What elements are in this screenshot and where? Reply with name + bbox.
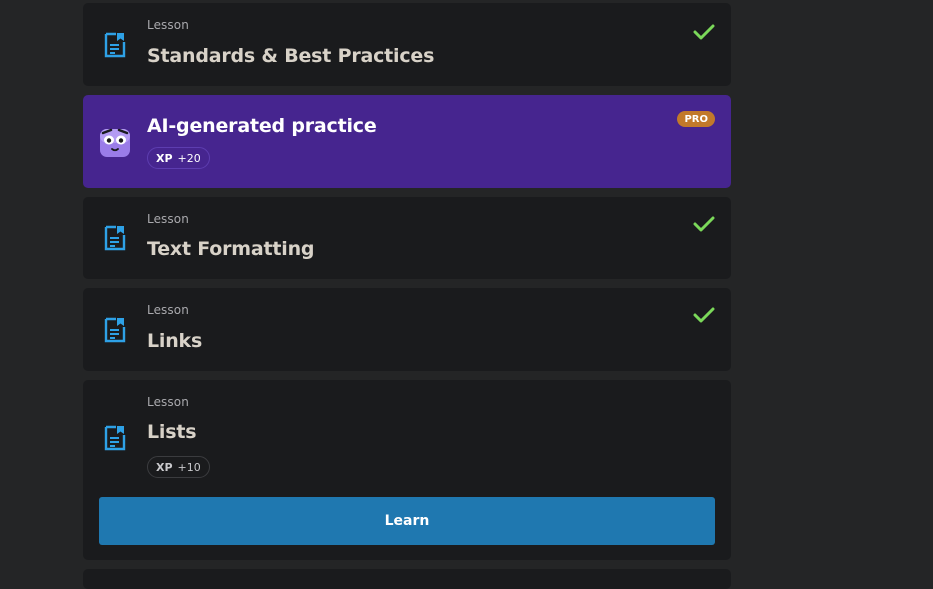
lesson-kind-label: Lesson: [147, 212, 189, 226]
ai-practice-card[interactable]: AI-generated practice XP +20 PRO: [83, 95, 731, 188]
xp-reward-badge: XP +10: [147, 456, 210, 478]
lesson-document-icon: [104, 317, 126, 343]
lesson-kind-label: Lesson: [147, 18, 189, 32]
lesson-title: Text Formatting: [147, 238, 315, 260]
lesson-title: Links: [147, 330, 203, 352]
checkmark-icon: [693, 216, 715, 232]
lesson-document-icon: [104, 32, 126, 58]
pro-badge: PRO: [677, 111, 715, 127]
checkmark-icon: [693, 24, 715, 40]
lesson-card-lists[interactable]: Lesson Lists XP +10 Learn: [83, 380, 731, 560]
checkmark-icon: [693, 307, 715, 323]
ai-practice-title: AI-generated practice: [147, 115, 377, 137]
lesson-kind-label: Lesson: [147, 395, 189, 409]
xp-label: XP: [156, 151, 173, 165]
lesson-title: Standards & Best Practices: [147, 45, 435, 67]
lesson-card-standards[interactable]: Lesson Standards & Best Practices: [83, 3, 731, 86]
lesson-document-icon: [104, 225, 126, 251]
lesson-title: Lists: [147, 421, 197, 443]
lesson-card-text-formatting[interactable]: Lesson Text Formatting: [83, 197, 731, 279]
xp-value: +10: [177, 460, 201, 474]
xp-label: XP: [156, 460, 173, 474]
xp-reward-badge: XP +20: [147, 147, 210, 169]
learn-button[interactable]: Learn: [99, 497, 715, 545]
lesson-card-next[interactable]: [83, 569, 731, 589]
lesson-document-icon: [104, 425, 126, 451]
lesson-card-links[interactable]: Lesson Links: [83, 288, 731, 371]
ai-mascot-icon: [100, 128, 130, 157]
xp-value: +20: [177, 151, 201, 165]
lesson-kind-label: Lesson: [147, 303, 189, 317]
